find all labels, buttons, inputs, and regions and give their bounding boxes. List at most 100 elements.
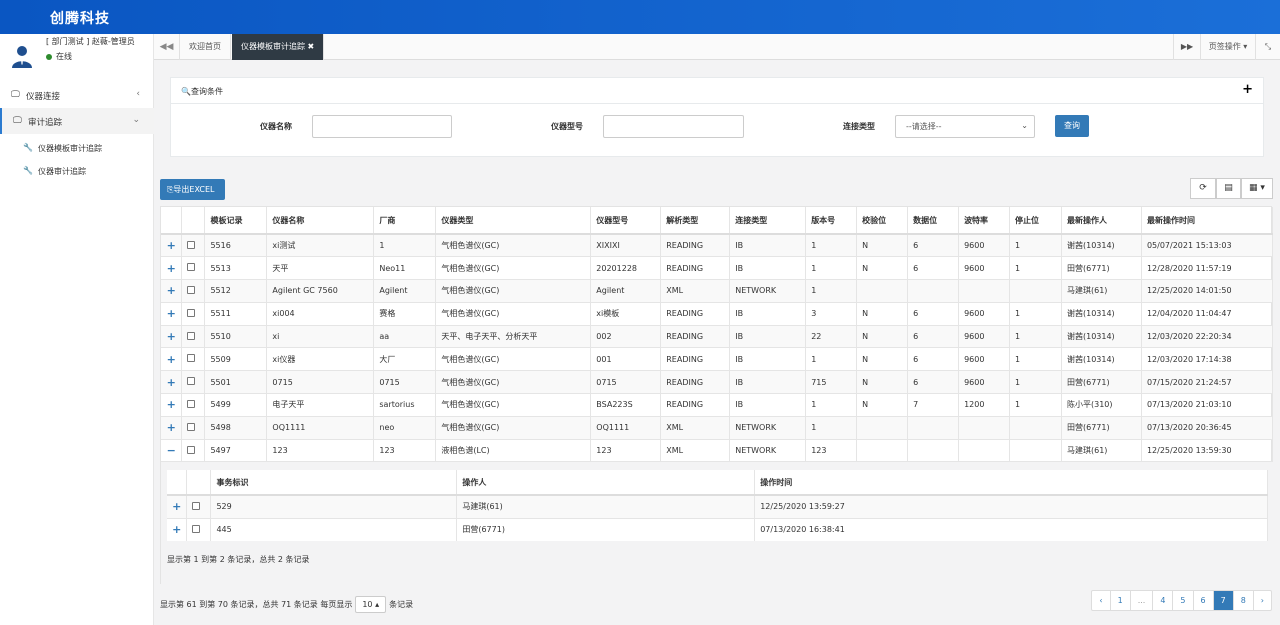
table-row[interactable]: +5516 xi测试 1 气相色谱仪(GC) XIXIXI READING IB 1 N 6 960… bbox=[161, 233, 1274, 257]
sidebar-subitem-template-audit[interactable]: 🔧 仪器模板审计追踪 bbox=[0, 138, 154, 160]
table-row[interactable]: +5512 Agilent GC 7560 Agilent 气相色谱仪(GC) Agil… bbox=[161, 279, 1274, 303]
row-checkbox[interactable] bbox=[187, 240, 196, 249]
page-ops-dropdown[interactable]: 页签操作 ▾ bbox=[1200, 34, 1255, 60]
sidebar-item-audit-trail[interactable]: 🖵 审计追踪 ⌄ bbox=[0, 108, 154, 134]
page-number-button[interactable]: 5 bbox=[1173, 591, 1194, 610]
collapse-row-icon[interactable]: − bbox=[161, 438, 183, 462]
table-cell: 9600 bbox=[958, 347, 1011, 371]
table-cell: 谢茜(10314) bbox=[1061, 347, 1142, 371]
row-checkbox-cell bbox=[186, 517, 212, 541]
sidebar-item-instrument-connect[interactable]: 🖵 仪器连接 ‹ bbox=[0, 82, 154, 108]
detail-cell: 田营(6771) bbox=[456, 517, 756, 541]
table-cell: 1 bbox=[1009, 256, 1062, 280]
table-cell: 07/13/2020 20:36:45 bbox=[1141, 415, 1274, 440]
page-number-button[interactable]: 6 bbox=[1194, 591, 1214, 610]
instrument-name-input[interactable] bbox=[312, 115, 452, 138]
fullscreen-icon[interactable]: ⤡ bbox=[1255, 34, 1280, 60]
table-cell: 6 bbox=[907, 324, 960, 348]
table-cell bbox=[856, 279, 909, 303]
row-checkbox[interactable] bbox=[187, 445, 196, 454]
expand-row-icon[interactable]: + bbox=[161, 370, 183, 394]
table-cell: IB bbox=[729, 393, 807, 417]
table-cell: N bbox=[856, 347, 909, 371]
table-row[interactable]: +5501 0715 0715 气相色谱仪(GC) 0715 READING IB 715 N 6… bbox=[161, 370, 1274, 394]
expand-row-icon[interactable]: + bbox=[161, 393, 183, 417]
table-row[interactable]: −5497 123 123 液相色谱(LC) 123 XML NETWORK 123 马建琪(6… bbox=[161, 438, 1274, 462]
page-number-button[interactable]: 1 bbox=[1111, 591, 1131, 610]
tab-next-button[interactable]: ▶▶ bbox=[1173, 34, 1200, 60]
row-checkbox[interactable] bbox=[187, 285, 196, 294]
page-ellipsis: ... bbox=[1131, 591, 1154, 610]
page-size-dropdown[interactable]: 10 ▴ bbox=[355, 596, 387, 613]
table-row[interactable]: +5513 天平 Neo11 气相色谱仪(GC) 20201228 READING IB 1 N… bbox=[161, 256, 1274, 280]
detail-header-row: 事务标识 操作人 操作时间 bbox=[167, 470, 1268, 496]
table-row[interactable]: +5509 xi仪器 大厂 气相色谱仪(GC) 001 READING IB 1 N 6 9600 1… bbox=[161, 347, 1274, 371]
row-checkbox[interactable] bbox=[187, 354, 196, 363]
tab-prev-button[interactable]: ◀◀ bbox=[154, 34, 180, 60]
row-checkbox[interactable] bbox=[192, 501, 201, 510]
query-header: 🔍查询条件 + bbox=[171, 78, 1263, 104]
detail-panel: 事务标识 操作人 操作时间 +529 马建琪(61) 12/25/2020 13:59:… bbox=[161, 461, 1273, 584]
expand-row-icon[interactable]: + bbox=[167, 517, 188, 541]
table-header-cell: 仪器型号 bbox=[590, 207, 662, 235]
page-number-button[interactable]: 8 bbox=[1234, 591, 1254, 610]
expand-row-icon[interactable]: + bbox=[161, 233, 183, 257]
tab-welcome[interactable]: 欢迎首页 bbox=[180, 34, 231, 60]
conn-type-select[interactable]: --请选择-- ⌄ bbox=[895, 115, 1035, 138]
tab-template-audit[interactable]: 仪器模板审计追踪 ✖ bbox=[232, 34, 325, 60]
page-next-button[interactable]: › bbox=[1254, 591, 1271, 610]
page-prev-button[interactable]: ‹ bbox=[1092, 591, 1111, 610]
query-button[interactable]: 查询 bbox=[1055, 115, 1089, 137]
row-checkbox-cell bbox=[186, 494, 212, 518]
expand-row-icon[interactable]: + bbox=[167, 494, 188, 518]
table-cell: neo bbox=[373, 415, 437, 440]
expand-row-icon[interactable]: + bbox=[161, 347, 183, 371]
row-checkbox[interactable] bbox=[192, 524, 201, 533]
page-number-button[interactable]: 4 bbox=[1153, 591, 1174, 610]
query-title: 🔍查询条件 bbox=[181, 86, 223, 97]
toggle-view-button[interactable]: ▤ bbox=[1216, 178, 1241, 199]
export-excel-button[interactable]: ⎘导出EXCEL bbox=[160, 179, 225, 200]
table-cell: 6 bbox=[907, 256, 960, 280]
table-cell: 5498 bbox=[204, 415, 268, 440]
row-checkbox[interactable] bbox=[187, 422, 196, 431]
expand-row-icon[interactable]: + bbox=[161, 415, 183, 440]
table-row[interactable]: +5498 OQ1111 neo 气相色谱仪(GC) OQ1111 XML NETWORK 1… bbox=[161, 415, 1274, 440]
sidebar-subitem-instrument-audit[interactable]: 🔧 仪器审计追踪 bbox=[0, 161, 154, 183]
row-checkbox[interactable] bbox=[187, 377, 196, 386]
expand-row-icon[interactable]: + bbox=[161, 324, 183, 348]
table-cell: 20201228 bbox=[590, 256, 662, 280]
user-avatar-icon bbox=[12, 46, 32, 68]
instrument-model-input[interactable] bbox=[603, 115, 744, 138]
table-cell: READING bbox=[660, 233, 731, 257]
row-checkbox[interactable] bbox=[187, 263, 196, 272]
expand-row-icon[interactable]: + bbox=[161, 279, 183, 303]
detail-row[interactable]: +445 田营(6771) 07/13/2020 16:38:41 bbox=[167, 517, 1268, 541]
expand-row-icon[interactable]: + bbox=[161, 301, 183, 326]
detail-header-cell: 操作时间 bbox=[754, 470, 1268, 496]
expand-plus-icon[interactable]: + bbox=[1242, 82, 1253, 97]
row-checkbox[interactable] bbox=[187, 399, 196, 408]
table-cell: 22 bbox=[805, 324, 858, 348]
table-row[interactable]: +5511 xi004 赛格 气相色谱仪(GC) xi模板 READING IB 3 N 6 960… bbox=[161, 301, 1274, 326]
detail-row[interactable]: +529 马建琪(61) 12/25/2020 13:59:27 bbox=[167, 494, 1268, 518]
table-cell bbox=[958, 279, 1011, 303]
table-cell: N bbox=[856, 301, 909, 326]
table-header-cell: 厂商 bbox=[373, 207, 437, 235]
columns-button[interactable]: ▦ ▾ bbox=[1241, 178, 1273, 199]
table-row[interactable]: +5510 xi aa 天平、电子天平、分析天平 002 READING IB 22 N 6 960… bbox=[161, 324, 1274, 348]
row-checkbox[interactable] bbox=[187, 331, 196, 340]
table-cell: 田营(6771) bbox=[1061, 370, 1142, 394]
table-row[interactable]: +5499 电子天平 sartorius 气相色谱仪(GC) BSA223S READIN… bbox=[161, 393, 1274, 417]
refresh-button[interactable]: ⟳ bbox=[1190, 178, 1216, 199]
table-cell bbox=[958, 438, 1011, 462]
expand-row-icon[interactable]: + bbox=[161, 256, 183, 280]
table-cell: 谢茜(10314) bbox=[1061, 233, 1142, 257]
row-checkbox-cell bbox=[181, 347, 206, 371]
row-checkbox[interactable] bbox=[187, 308, 196, 317]
table-cell: 5512 bbox=[204, 279, 268, 303]
brand-logo-text[interactable]: 创腾科技 bbox=[50, 8, 110, 28]
detail-pagination-info: 显示第 1 到第 2 条记录，总共 2 条记录 bbox=[167, 555, 310, 564]
page-number-button[interactable]: 7 bbox=[1213, 591, 1234, 610]
detail-header-blank bbox=[167, 470, 188, 496]
